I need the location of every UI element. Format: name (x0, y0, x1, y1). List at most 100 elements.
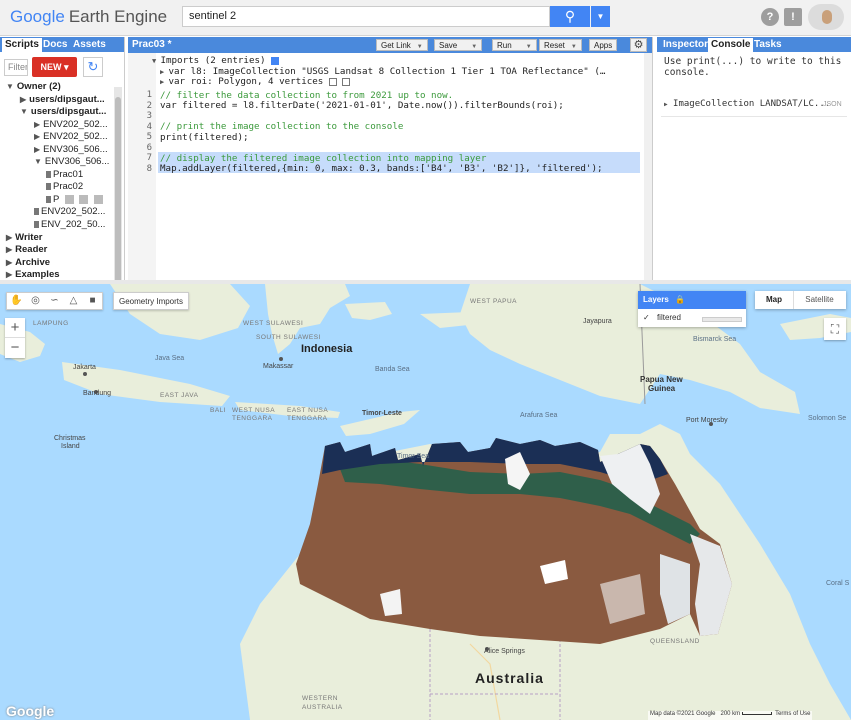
tree-item[interactable]: ▶ Writer (6, 232, 42, 243)
gear-icon[interactable]: ⚙ (630, 38, 647, 52)
tab-console[interactable]: Console (708, 38, 754, 52)
help-icon[interactable]: ? (761, 8, 779, 26)
edit-icon[interactable] (79, 194, 89, 204)
hand-icon[interactable]: ✋ (7, 293, 26, 309)
scale-bar (741, 711, 772, 715)
map-label: QUEENSLAND (650, 638, 700, 645)
polygon-icon[interactable]: △ (64, 293, 83, 309)
map-label: LAMPUNG (33, 320, 69, 327)
script-item[interactable]: ENV202_502... (34, 206, 105, 217)
run-button[interactable]: Run ▼ (492, 39, 537, 51)
show-geometry-icon[interactable] (328, 77, 337, 86)
code-line-2[interactable]: var filtered = l8.filterDate('2021-01-01… (160, 100, 564, 111)
map-type-satellite[interactable]: Satellite (793, 291, 845, 309)
json-link[interactable]: JSON (823, 101, 842, 108)
tree-item[interactable]: ▶ ENV202_502... (34, 131, 108, 142)
new-button[interactable]: NEW ▾ (32, 57, 77, 77)
line-number: 7 (146, 153, 152, 163)
apps-button[interactable]: Apps (589, 39, 618, 51)
tab-docs[interactable]: Docs (40, 38, 70, 52)
reset-label: Reset (544, 41, 565, 50)
zoom-in-button[interactable]: + (5, 318, 25, 338)
scrollbar[interactable] (114, 87, 122, 309)
delete-import-icon[interactable] (342, 77, 351, 86)
chevron-right-icon: ▶ (664, 101, 668, 108)
map-label: Port Moresby (686, 417, 728, 424)
script-filter-input[interactable]: Filter (4, 59, 28, 76)
imports-info-icon[interactable] (271, 56, 280, 65)
map-label: WEST PAPUA (470, 298, 518, 305)
tree-item[interactable]: ▶ Archive (6, 257, 50, 268)
map-view[interactable]: WEST PAPUA Jayapura Bismarck Sea LAMPUNG… (0, 284, 851, 720)
feedback-icon[interactable]: ! (784, 8, 802, 26)
opacity-slider[interactable] (702, 317, 742, 322)
console-panel: Inspector Console Tasks Use print(...) t… (657, 37, 851, 280)
tree-item[interactable]: ▶ users/dipsgaut... (20, 94, 105, 105)
script-item[interactable]: ENV_202_50... (34, 219, 105, 230)
map-label: WESTERN (302, 695, 338, 702)
line-number: 2 (146, 101, 152, 111)
search-dropdown-icon[interactable]: ▼ (591, 6, 610, 27)
tree-item[interactable]: ▶ ENV306_506... (34, 144, 108, 155)
tab-tasks[interactable]: Tasks (751, 38, 785, 52)
tree-item[interactable]: ▼ users/dipsgaut... (20, 106, 106, 117)
get-link-button[interactable]: Get Link ▼ (376, 39, 428, 51)
share-icon[interactable] (64, 194, 74, 204)
script-item[interactable]: Prac01 (46, 169, 83, 180)
chevron-right-icon: ▶ (34, 145, 41, 154)
console-output-label: ImageCollection LANDSAT/LC... (673, 99, 831, 109)
zoom-out-button[interactable]: − (5, 338, 25, 358)
reset-button[interactable]: Reset ▼ (539, 39, 582, 51)
map-label: EAST JAVA (160, 392, 199, 399)
line-number: 3 (146, 111, 152, 121)
layers-header[interactable]: Layers 🔒 (638, 291, 746, 309)
get-link-label: Get Link (381, 41, 411, 50)
tree-item-label: Reader (15, 244, 48, 255)
lock-icon: 🔒 (675, 295, 685, 304)
tree-item[interactable]: ▶ Reader (6, 244, 47, 255)
layer-row[interactable]: ✓ filtered (638, 309, 746, 327)
layer-checkbox[interactable]: ✓ (643, 313, 650, 322)
map-type-map[interactable]: Map (755, 291, 793, 309)
code-line-8[interactable]: Map.addLayer(filtered,{min: 0, max: 0.3,… (160, 163, 603, 174)
divider (661, 116, 847, 117)
map-label: Bismarck Sea (693, 336, 737, 343)
tree-item[interactable]: ▶ ENV202_502... (34, 119, 108, 130)
search-input[interactable]: sentinel 2 (182, 6, 550, 27)
tab-scripts[interactable]: Scripts (2, 38, 42, 52)
map-canvas (0, 284, 851, 720)
left-tab-bar: Scripts Docs Assets (0, 37, 124, 52)
refresh-icon[interactable]: ↻ (83, 57, 103, 77)
tab-assets[interactable]: Assets (70, 38, 109, 52)
chevron-right-icon: ▶ (6, 233, 13, 242)
import-roi[interactable]: ▶ var roi: Polygon, 4 vertices (160, 76, 351, 87)
map-label: Coral S (826, 580, 850, 587)
tree-item[interactable]: ▶ Examples (6, 269, 60, 280)
chevron-down-icon: ▾ (63, 62, 69, 72)
marker-icon[interactable]: ◎ (26, 293, 45, 309)
earth-engine-logo[interactable]: Google Earth Engine (10, 7, 167, 27)
chevron-down-icon: ▼ (34, 157, 42, 166)
script-item[interactable]: Prac02 (46, 181, 83, 192)
delete-icon[interactable] (94, 194, 104, 204)
avatar[interactable] (808, 4, 844, 30)
imports-header[interactable]: ▼ Imports (2 entries) (152, 55, 280, 66)
script-item[interactable]: P (46, 194, 104, 205)
scrollbar[interactable] (644, 53, 652, 280)
map-label: Jayapura (583, 318, 612, 325)
tree-item[interactable]: ▼ ENV306_506... (34, 156, 109, 167)
city-dot (83, 372, 87, 376)
tab-inspector[interactable]: Inspector (660, 38, 711, 52)
rectangle-icon[interactable]: ■ (83, 293, 102, 309)
save-button[interactable]: Save ▼ (434, 39, 483, 51)
line-icon[interactable]: ∽ (45, 293, 64, 309)
console-output-item[interactable]: ▶ ImageCollection LANDSAT/LC... (664, 99, 830, 109)
fullscreen-icon[interactable]: ⛶ (824, 318, 846, 340)
code-line-5[interactable]: print(filtered); (160, 132, 249, 143)
line-number: 1 (146, 90, 152, 100)
code-line-4[interactable]: // print the image collection to the con… (160, 121, 403, 132)
geometry-imports-button[interactable]: Geometry Imports (113, 292, 190, 310)
tree-item[interactable]: ▼ Owner (2) (6, 81, 61, 92)
search-button[interactable]: ⚲ (550, 6, 590, 27)
terms-link[interactable]: Terms of Use (775, 711, 810, 717)
